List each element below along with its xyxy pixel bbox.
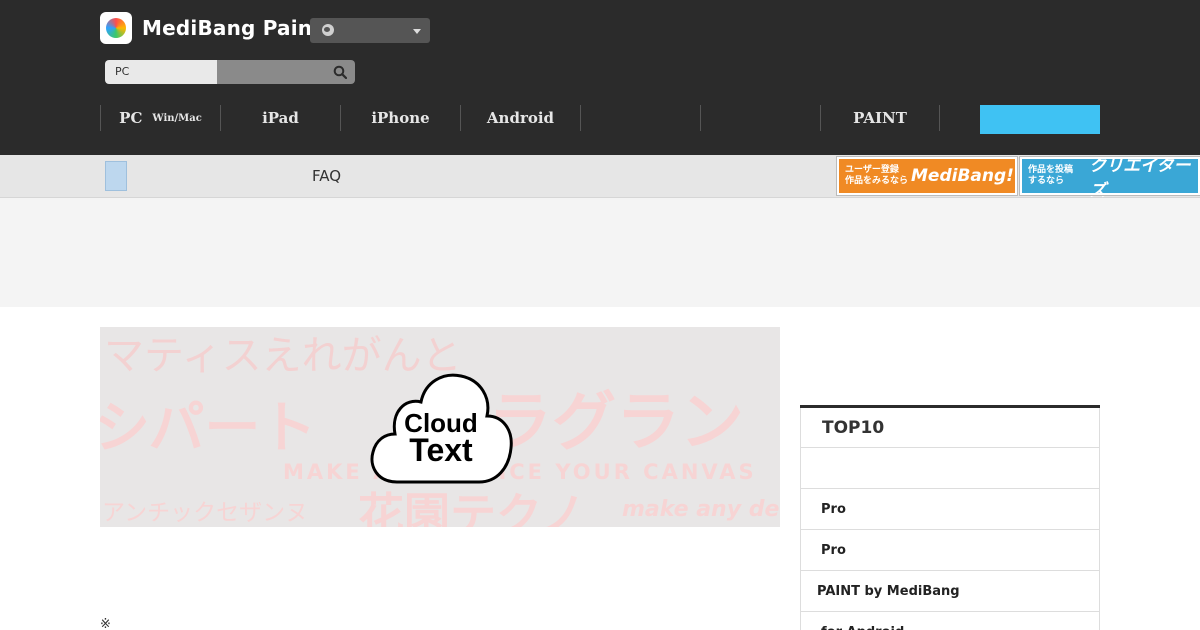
logo-icon — [100, 12, 132, 44]
logo-text: MediBang Paint — [142, 16, 322, 40]
cloud-label-line2: Text — [409, 432, 473, 468]
search-field-area[interactable] — [217, 60, 355, 84]
ranking-sidebar: TOP10 Pro Pro PAINT by MediBang for Andr… — [800, 405, 1100, 630]
nav-item-label: PAINT — [853, 109, 907, 127]
hero-font-sample: ラグラン — [488, 386, 744, 460]
ranking-item[interactable]: for Android — [800, 612, 1100, 630]
globe-icon — [322, 24, 334, 36]
logo[interactable]: MediBang Paint — [100, 12, 322, 44]
banner-big-text: MediBang! — [911, 166, 1014, 186]
nav-item-label: iPad — [262, 109, 299, 127]
nav-item-5[interactable] — [580, 105, 700, 131]
sub-navigation-bar: FAQ ユーザー登録 作品をみるなら MediBang! 作品を投稿 するなら … — [0, 155, 1200, 201]
nav-item-sublabel: Win/Mac — [152, 112, 202, 124]
nav-item-label: PC — [119, 109, 143, 127]
faq-link[interactable]: FAQ — [312, 167, 341, 185]
hero-font-sample: 花園テクノ — [358, 488, 586, 527]
medibang-banner[interactable]: ユーザー登録 作品をみるなら MediBang! — [836, 156, 1018, 196]
search-icon[interactable] — [333, 65, 347, 79]
banner-big-text: クリエイターズ — [1089, 156, 1191, 201]
language-select[interactable] — [310, 18, 430, 43]
nav-cta-button[interactable] — [980, 105, 1100, 134]
nav-item-label: iPhone — [371, 109, 430, 127]
creators-banner[interactable]: 作品を投稿 するなら クリエイターズ — [1019, 156, 1200, 201]
site-header: MediBang Paint PC PC Win/Mac iPad iPhone… — [0, 0, 1200, 155]
ad-area — [0, 198, 1200, 307]
footnote-mark: ※ — [100, 617, 111, 630]
banner-small-text: 作品を投稿 するなら — [1028, 165, 1074, 186]
banner-small-text: ユーザー登録 作品をみるなら — [845, 165, 909, 186]
ranking-item[interactable]: Pro — [800, 489, 1100, 530]
ranking-item[interactable] — [800, 448, 1100, 489]
nav-item-android[interactable]: Android — [460, 105, 580, 131]
search-bar: PC — [105, 60, 355, 84]
nav-item-pc[interactable]: PC Win/Mac — [100, 105, 220, 131]
ranking-item[interactable]: Pro — [800, 530, 1100, 571]
hero-font-sample: make any device — [622, 497, 780, 522]
cloud-logo: Cloud Text — [367, 370, 515, 486]
nav-item-label: Android — [486, 109, 555, 127]
nav-item-ipad[interactable]: iPad — [220, 105, 340, 131]
search-input[interactable]: PC — [105, 60, 217, 84]
subbar-thumbnail[interactable] — [105, 161, 127, 191]
main-nav: PC Win/Mac iPad iPhone Android PAINT — [100, 105, 940, 131]
chevron-down-icon — [413, 29, 421, 34]
ranking-item[interactable]: PAINT by MediBang — [800, 571, 1100, 612]
hero-font-sample: アンチックセザンヌ — [102, 500, 309, 526]
nav-item-6[interactable] — [700, 105, 820, 131]
hero-font-sample: シパート — [100, 396, 317, 461]
nav-item-iphone[interactable]: iPhone — [340, 105, 460, 131]
cloud-text-hero-image[interactable]: マティスえれがんと シパート ラグラン MAKE ANY DEVICE YOUR… — [100, 327, 780, 527]
nav-item-paint[interactable]: PAINT — [820, 105, 940, 131]
ranking-title: TOP10 — [800, 408, 1100, 448]
